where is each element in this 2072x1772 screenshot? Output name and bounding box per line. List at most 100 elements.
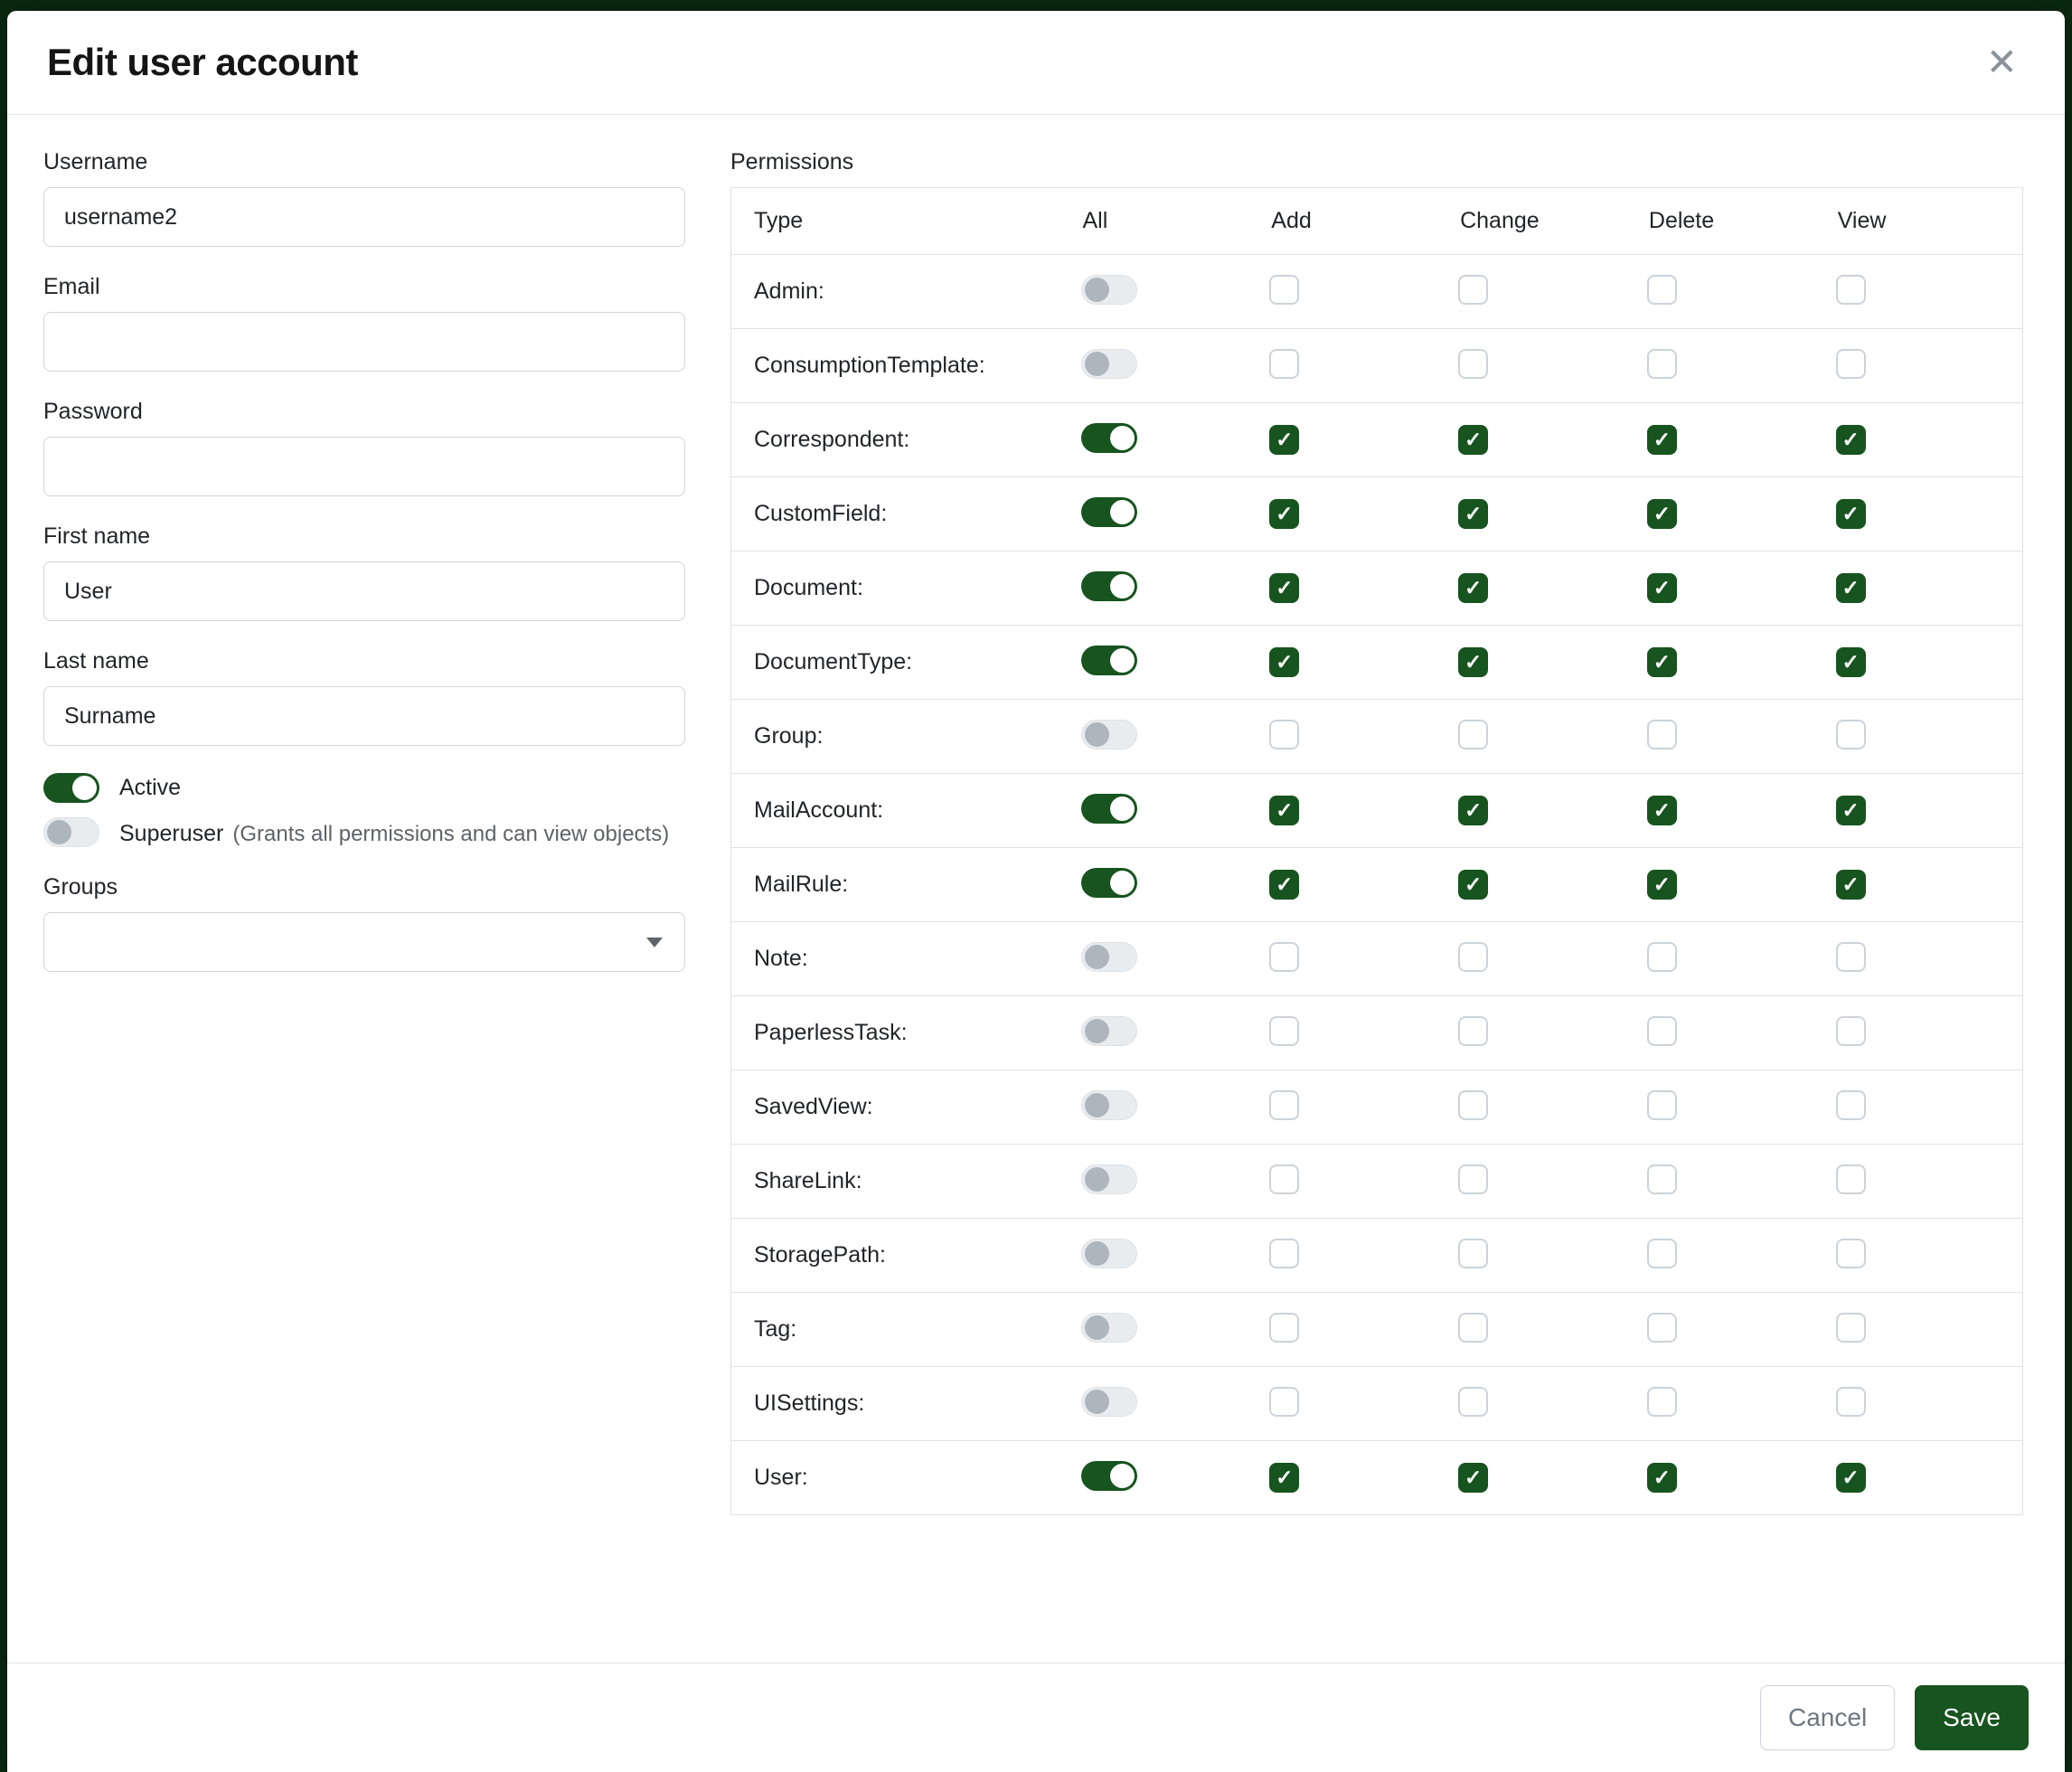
permission-add-checkbox[interactable]	[1269, 942, 1299, 972]
permission-view-checkbox[interactable]: ✓	[1836, 573, 1866, 603]
cancel-button[interactable]: Cancel	[1760, 1685, 1895, 1750]
permission-delete-checkbox[interactable]	[1647, 1313, 1677, 1343]
permission-delete-checkbox[interactable]: ✓	[1647, 647, 1677, 677]
permission-delete-checkbox[interactable]	[1647, 720, 1677, 749]
permission-all-toggle[interactable]	[1081, 349, 1137, 379]
permission-add-checkbox[interactable]	[1269, 1313, 1299, 1343]
permission-delete-checkbox[interactable]: ✓	[1647, 573, 1677, 603]
permission-change-checkbox[interactable]	[1458, 720, 1488, 749]
permission-all-toggle[interactable]	[1081, 720, 1137, 749]
permission-delete-checkbox[interactable]	[1647, 275, 1677, 305]
permission-change-checkbox[interactable]: ✓	[1458, 870, 1488, 900]
permission-add-checkbox[interactable]	[1269, 349, 1299, 379]
permission-add-checkbox[interactable]: ✓	[1269, 647, 1299, 677]
toggle-knob	[1085, 722, 1109, 747]
permission-add-checkbox[interactable]	[1269, 1164, 1299, 1194]
permission-view-checkbox[interactable]	[1836, 1239, 1866, 1268]
permission-change-checkbox[interactable]	[1458, 349, 1488, 379]
permission-change-checkbox[interactable]	[1458, 1239, 1488, 1268]
groups-select[interactable]	[43, 912, 685, 972]
permission-add-checkbox[interactable]	[1269, 720, 1299, 749]
permission-all-toggle[interactable]	[1081, 868, 1137, 898]
permission-delete-checkbox[interactable]	[1647, 349, 1677, 379]
permission-add-checkbox[interactable]: ✓	[1269, 499, 1299, 529]
permission-change-checkbox[interactable]: ✓	[1458, 573, 1488, 603]
password-field[interactable]	[43, 437, 685, 496]
permission-view-checkbox[interactable]	[1836, 1313, 1866, 1343]
permission-all-toggle[interactable]	[1081, 571, 1137, 601]
permission-add-checkbox[interactable]	[1269, 1387, 1299, 1417]
first-name-field[interactable]	[43, 561, 685, 621]
permission-view-checkbox[interactable]	[1836, 275, 1866, 305]
permission-all-toggle[interactable]	[1081, 1090, 1137, 1120]
permission-change-checkbox[interactable]	[1458, 942, 1488, 972]
permission-change-checkbox[interactable]	[1458, 1016, 1488, 1046]
email-field[interactable]	[43, 312, 685, 372]
groups-label: Groups	[43, 874, 685, 900]
permission-add-checkbox[interactable]	[1269, 275, 1299, 305]
permission-all-toggle[interactable]	[1081, 497, 1137, 527]
permission-all-toggle[interactable]	[1081, 1313, 1137, 1343]
last-name-field[interactable]	[43, 686, 685, 746]
permission-change-checkbox[interactable]: ✓	[1458, 647, 1488, 677]
permission-all-toggle[interactable]	[1081, 1164, 1137, 1194]
permission-all-toggle[interactable]	[1081, 1239, 1137, 1268]
permission-all-toggle[interactable]	[1081, 1387, 1137, 1417]
permission-view-checkbox[interactable]: ✓	[1836, 499, 1866, 529]
permission-delete-checkbox[interactable]	[1647, 942, 1677, 972]
column-header-view: View	[1834, 188, 2023, 255]
permission-delete-checkbox[interactable]	[1647, 1387, 1677, 1417]
permission-add-checkbox[interactable]: ✓	[1269, 425, 1299, 455]
permission-delete-checkbox[interactable]	[1647, 1016, 1677, 1046]
permission-view-checkbox[interactable]	[1836, 1164, 1866, 1194]
permission-change-checkbox[interactable]: ✓	[1458, 1463, 1488, 1493]
permission-add-checkbox[interactable]: ✓	[1269, 870, 1299, 900]
permission-change-checkbox[interactable]	[1458, 1164, 1488, 1194]
permission-add-checkbox[interactable]	[1269, 1239, 1299, 1268]
permission-view-checkbox[interactable]: ✓	[1836, 647, 1866, 677]
close-icon[interactable]: ✕	[1979, 40, 2025, 85]
permission-add-checkbox[interactable]	[1269, 1016, 1299, 1046]
permission-delete-checkbox[interactable]	[1647, 1090, 1677, 1120]
permission-view-checkbox[interactable]	[1836, 720, 1866, 749]
permission-delete-checkbox[interactable]: ✓	[1647, 796, 1677, 825]
permission-view-checkbox[interactable]: ✓	[1836, 796, 1866, 825]
permission-add-checkbox[interactable]	[1269, 1090, 1299, 1120]
permission-all-toggle[interactable]	[1081, 794, 1137, 824]
permission-change-checkbox[interactable]: ✓	[1458, 425, 1488, 455]
permission-view-checkbox[interactable]	[1836, 349, 1866, 379]
permission-all-toggle[interactable]	[1081, 942, 1137, 972]
permission-change-checkbox[interactable]: ✓	[1458, 796, 1488, 825]
permission-delete-checkbox[interactable]: ✓	[1647, 425, 1677, 455]
permission-view-checkbox[interactable]	[1836, 1016, 1866, 1046]
permission-change-checkbox[interactable]	[1458, 275, 1488, 305]
permission-change-checkbox[interactable]	[1458, 1387, 1488, 1417]
permission-view-checkbox[interactable]: ✓	[1836, 425, 1866, 455]
username-input[interactable]	[43, 187, 685, 247]
permission-view-checkbox[interactable]	[1836, 1090, 1866, 1120]
permission-view-checkbox[interactable]: ✓	[1836, 870, 1866, 900]
permission-all-toggle[interactable]	[1081, 646, 1137, 675]
permission-all-toggle[interactable]	[1081, 1461, 1137, 1491]
permission-view-checkbox[interactable]	[1836, 1387, 1866, 1417]
permission-add-checkbox[interactable]: ✓	[1269, 573, 1299, 603]
permission-all-toggle[interactable]	[1081, 1016, 1137, 1046]
permission-delete-checkbox[interactable]: ✓	[1647, 870, 1677, 900]
superuser-toggle[interactable]	[43, 817, 99, 847]
permission-delete-checkbox[interactable]: ✓	[1647, 1463, 1677, 1493]
permission-delete-checkbox[interactable]	[1647, 1239, 1677, 1268]
permission-delete-checkbox[interactable]: ✓	[1647, 499, 1677, 529]
permission-all-toggle[interactable]	[1081, 275, 1137, 305]
save-button[interactable]: Save	[1915, 1685, 2029, 1750]
modal-footer: Cancel Save	[7, 1663, 2065, 1772]
permission-change-checkbox[interactable]	[1458, 1090, 1488, 1120]
permission-view-checkbox[interactable]: ✓	[1836, 1463, 1866, 1493]
permission-all-toggle[interactable]	[1081, 423, 1137, 453]
active-toggle[interactable]	[43, 773, 99, 803]
permission-view-checkbox[interactable]	[1836, 942, 1866, 972]
permission-add-checkbox[interactable]: ✓	[1269, 796, 1299, 825]
permission-change-checkbox[interactable]	[1458, 1313, 1488, 1343]
permission-add-checkbox[interactable]: ✓	[1269, 1463, 1299, 1493]
permission-delete-checkbox[interactable]	[1647, 1164, 1677, 1194]
permission-change-checkbox[interactable]: ✓	[1458, 499, 1488, 529]
